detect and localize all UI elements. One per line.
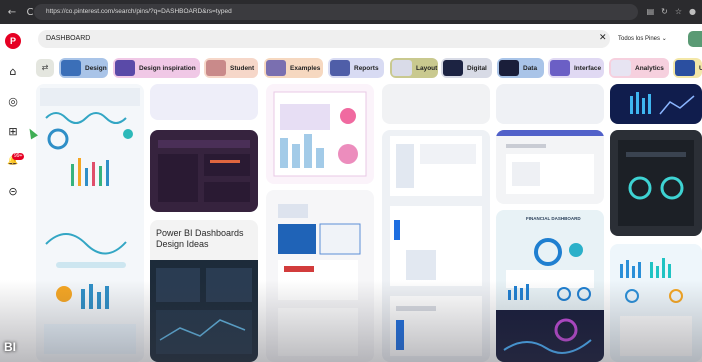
chevron-down-icon: ⌄: [661, 36, 667, 42]
address-bar[interactable]: https://co.pinterest.com/search/pins/?q=…: [34, 4, 638, 20]
dashboard-thumbnail: [40, 88, 140, 354]
chip-design-inspiration[interactable]: Design inspiration: [113, 58, 200, 78]
chip-thumbnail: [611, 60, 631, 76]
dashboard-thumbnail: [158, 140, 250, 202]
chip-examples[interactable]: Examples: [264, 58, 323, 78]
create-icon[interactable]: ⊞: [5, 123, 21, 139]
chip-analytics[interactable]: Analytics: [609, 58, 669, 78]
messages-icon[interactable]: ⊝: [5, 183, 21, 199]
chip-thumbnail: [392, 60, 412, 76]
pin-card[interactable]: FINANCIAL DASHBOARD: [496, 210, 604, 362]
chip-label: Examples: [290, 64, 321, 72]
chip-label: Data: [523, 64, 538, 72]
back-button[interactable]: ←: [6, 7, 18, 18]
pin-card[interactable]: [150, 130, 258, 212]
chip-more[interactable]: U: [673, 58, 702, 78]
close-icon[interactable]: ✕: [599, 33, 607, 43]
pin-card[interactable]: [496, 130, 604, 204]
page-icon[interactable]: ▤: [647, 4, 655, 20]
chip-thumbnail: [266, 60, 286, 76]
dashboard-thumbnail: [620, 258, 692, 356]
filter-label: Todos los Pines: [618, 36, 661, 42]
browser-actions: ▤ ↻ ☆ ●: [647, 4, 696, 20]
chip-digital[interactable]: Digital: [441, 58, 492, 78]
chip-label: Design: [85, 64, 107, 72]
dashboard-thumbnail: [496, 238, 604, 362]
chip-label: Interface: [574, 64, 602, 72]
search-input[interactable]: DASHBOARD: [38, 30, 610, 48]
dashboard-thumbnail: [273, 91, 367, 177]
filter-settings-icon[interactable]: ⇄: [36, 59, 54, 77]
pin-card[interactable]: [150, 84, 258, 120]
chip-thumbnail: [61, 60, 81, 76]
chip-thumbnail: [115, 60, 135, 76]
pin-card[interactable]: [610, 84, 702, 124]
chip-data[interactable]: Data: [497, 58, 544, 78]
chip-thumbnail: [499, 60, 519, 76]
refresh-icon[interactable]: ↻: [661, 4, 668, 20]
profile-icon[interactable]: ●: [689, 4, 696, 20]
filter-dropdown[interactable]: Todos los Pines ⌄: [618, 33, 667, 45]
pin-card[interactable]: [382, 130, 490, 362]
avatar[interactable]: [688, 31, 702, 47]
dashboard-thumbnail: [390, 136, 482, 356]
dashboard-thumbnail: [150, 260, 258, 362]
corner-label: BI: [4, 340, 16, 354]
chip-layout[interactable]: Layout: [390, 58, 438, 78]
pin-card[interactable]: [496, 84, 604, 124]
explore-icon[interactable]: ◎: [5, 93, 21, 109]
dashboard-thumbnail: [496, 130, 604, 194]
chip-thumbnail: [330, 60, 350, 76]
chip-label: Design inspiration: [139, 64, 196, 72]
dashboard-thumbnail: [630, 92, 695, 115]
pin-card[interactable]: [610, 244, 702, 362]
chip-interface[interactable]: Interface: [548, 58, 604, 78]
chip-label: Analytics: [635, 64, 664, 72]
chip-thumbnail: [550, 60, 570, 76]
home-icon[interactable]: ⌂: [5, 63, 21, 79]
notification-badge: 99+: [12, 153, 25, 160]
chip-label: Layout: [416, 64, 438, 72]
chip-label: Reports: [354, 64, 379, 72]
pin-card[interactable]: Power BI Dashboards Design Ideas: [150, 220, 258, 362]
pin-card[interactable]: [266, 84, 374, 184]
pin-card[interactable]: [382, 84, 490, 124]
pin-card[interactable]: [36, 84, 144, 362]
pinterest-logo[interactable]: P: [5, 33, 21, 49]
pin-grid: Power BI Dashboards Design Ideas FINANCI…: [30, 84, 702, 362]
chip-design[interactable]: Design: [59, 58, 108, 78]
chip-reports[interactable]: Reports: [328, 58, 384, 78]
dashboard-thumbnail: [278, 204, 361, 356]
chip-thumbnail: [443, 60, 463, 76]
star-icon[interactable]: ☆: [675, 4, 682, 20]
chip-label: Student: [230, 64, 255, 72]
chip-thumbnail: [206, 60, 226, 76]
chip-label: Digital: [467, 64, 487, 72]
dashboard-thumbnail: [618, 140, 694, 226]
chip-thumbnail: [675, 60, 695, 76]
pin-card[interactable]: [266, 190, 374, 362]
chip-student[interactable]: Student: [204, 58, 258, 78]
pin-card[interactable]: [610, 130, 702, 236]
